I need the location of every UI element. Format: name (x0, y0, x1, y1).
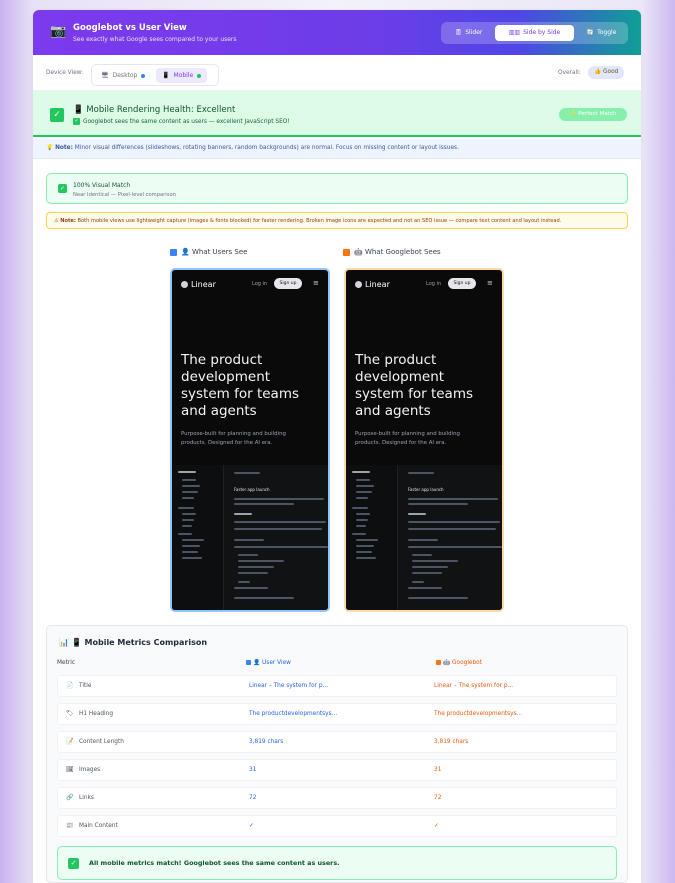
table-row: 📰 Main Content ✓ ✓ (57, 815, 617, 837)
overall-label: Overall: (558, 70, 581, 76)
perfect-match-badge: ✨ Perfect Match (559, 108, 627, 121)
slider-icon: 🎚 (454, 29, 463, 36)
info-note-bar: 💡 Note: Minor visual differences (slides… (33, 139, 641, 159)
visual-match-subtitle: Near Identical — Pixel-level comparison (73, 192, 176, 198)
signup-button: Sign up (274, 278, 302, 289)
user-view-label: 👤 What Users See (170, 248, 247, 256)
check-icon: ✓ (58, 184, 67, 193)
tag-icon: 🏷 (66, 710, 74, 717)
side-by-side-mode-button[interactable]: ▥▥ Side by Side (495, 25, 574, 41)
device-switcher: 🖥 Desktop 📱 Mobile (91, 64, 219, 86)
mobile-device-button[interactable]: 📱 Mobile (156, 68, 208, 83)
check-icon: ✓ (73, 118, 80, 125)
desktop-icon: 🖥 (101, 72, 109, 79)
header-bar: 📷 Googlebot vs User View See exactly wha… (33, 10, 641, 55)
capture-warning: ⚠ Note: Both mobile views use lightweigh… (46, 212, 628, 229)
lightbulb-icon: 💡 (46, 145, 54, 151)
hamburger-menu-icon: ≡ (487, 279, 493, 287)
app-preview-sidebar (346, 465, 398, 610)
blue-legend-square (170, 248, 177, 256)
health-title: 📱 Mobile Rendering Health: Excellent (73, 105, 236, 115)
login-link: Log in (252, 281, 268, 287)
mobile-icon: 📱 (73, 105, 84, 115)
hero-heading: The product development system for teams… (181, 352, 300, 419)
device-view-label: Device View: (46, 70, 84, 76)
memo-icon: 📝 (66, 738, 74, 745)
overall-status-badge: 👍 Good (588, 66, 625, 79)
page-title: Googlebot vs User View (73, 23, 187, 33)
desktop-device-button[interactable]: 🖥 Desktop (95, 68, 151, 83)
warning-icon: ⚠ (54, 218, 59, 224)
comparison-card: 📷 Googlebot vs User View See exactly wha… (33, 10, 641, 883)
document-icon: 📄 (66, 682, 74, 689)
toggle-icon: 🔄 (586, 29, 595, 36)
visual-match-panel: ✓ 100% Visual Match Near Identical — Pix… (46, 173, 628, 204)
view-mode-switcher: 🎚 Slider ▥▥ Side by Side 🔄 Toggle (441, 22, 628, 44)
table-row: 🔗 Links 72 72 (57, 787, 617, 809)
signup-button: Sign up (448, 278, 476, 289)
app-preview-sidebar (172, 465, 224, 610)
chart-and-mobile-icon: 📊 📱 (59, 638, 82, 647)
device-view-row: Device View: 🖥 Desktop 📱 Mobile Overall: 👍… (33, 55, 641, 91)
toggle-mode-button[interactable]: 🔄 Toggle (578, 25, 625, 41)
mobile-icon: 📱 (162, 72, 170, 79)
health-subtitle: ✓ Googlebot sees the same content as user… (73, 118, 290, 125)
hero-description: Purpose-built for planning and building … (355, 431, 460, 446)
app-preview-title: Faster app launch (408, 487, 444, 492)
app-preview-image: Faster app launch (172, 465, 328, 610)
metrics-summary: ✓ All mobile metrics match! Googlebot se… (57, 846, 617, 880)
app-preview-image: Faster app launch (346, 465, 502, 610)
googlebot-view-label: 🤖 What Googlebot Sees (343, 248, 441, 256)
table-row: 📄 Title Linear – The system for p... Lin… (57, 675, 617, 697)
linear-logo-icon (181, 281, 188, 288)
metric-column-header: Metric (57, 660, 76, 666)
rendering-health-banner: ✓ 📱 Mobile Rendering Health: Excellent ✓… (33, 91, 641, 137)
user-view-column-header: 👤 User View (246, 660, 291, 666)
check-icon: ✓ (50, 108, 64, 122)
site-logo: Linear (355, 280, 390, 289)
newspaper-icon: 📰 (66, 822, 74, 829)
site-logo: Linear (181, 280, 216, 289)
app-preview-title: Faster app launch (234, 487, 270, 492)
hero-heading: The product development system for teams… (355, 352, 474, 419)
linear-logo-icon (355, 281, 362, 288)
login-link: Log in (426, 281, 442, 287)
googlebot-view-screenshot: Linear Log in Sign up ≡ The product deve… (344, 268, 504, 612)
slider-mode-button[interactable]: 🎚 Slider (445, 25, 492, 41)
table-row: 🏷 H1 Heading The productdevelopmentsys..… (57, 703, 617, 725)
user-view-screenshot: Linear Log in Sign up ≡ The product deve… (170, 268, 330, 612)
orange-legend-square (343, 248, 350, 256)
metrics-summary-text: All mobile metrics match! Googlebot sees… (89, 859, 340, 867)
table-row: 🖼 Images 31 31 (57, 759, 617, 781)
camera-icon: 📷 (50, 24, 67, 39)
mobile-status-dot (197, 73, 202, 78)
link-icon: 🔗 (66, 794, 74, 801)
googlebot-column-header: 🤖 Googlebot (436, 660, 482, 666)
side-by-side-icon: ▥▥ (508, 29, 521, 36)
hamburger-menu-icon: ≡ (313, 279, 319, 287)
image-icon: 🖼 (66, 766, 74, 773)
page-subtitle: See exactly what Google sees compared to… (73, 36, 237, 43)
metrics-title: 📊 📱 Mobile Metrics Comparison (59, 638, 208, 647)
check-icon: ✓ (68, 858, 79, 869)
hero-description: Purpose-built for planning and building … (181, 431, 286, 446)
table-row: 📝 Content Length 3,819 chars 3,819 chars (57, 731, 617, 753)
desktop-status-dot (141, 73, 146, 78)
metrics-comparison-panel: 📊 📱 Mobile Metrics Comparison Metric 👤 U… (46, 625, 628, 883)
visual-match-title: 100% Visual Match (73, 182, 131, 189)
